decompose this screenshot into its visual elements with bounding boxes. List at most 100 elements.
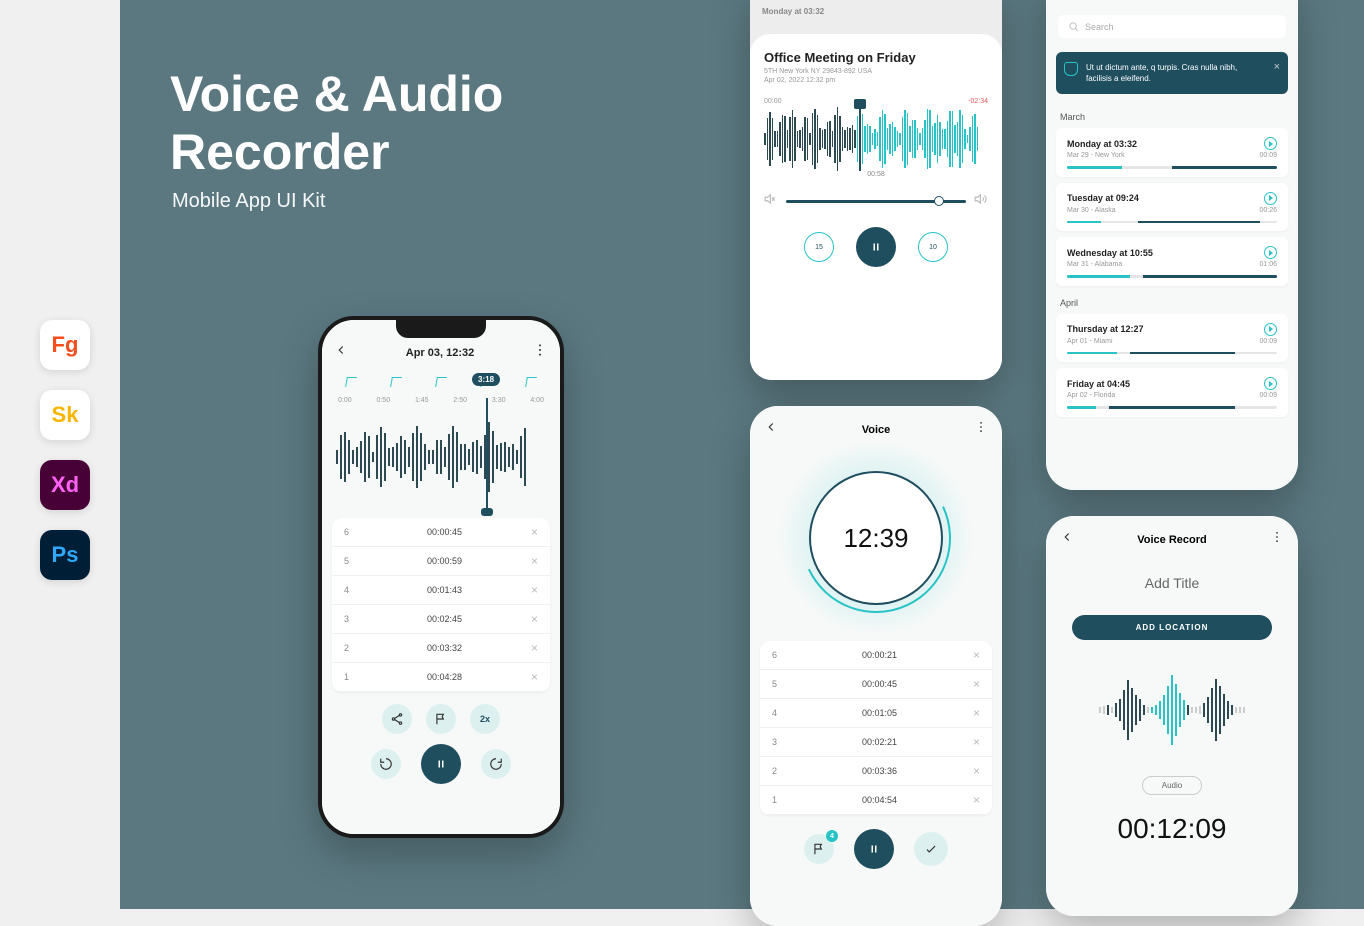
marker-row[interactable]: 200:03:36× [760, 757, 992, 786]
delete-marker-icon[interactable]: × [973, 706, 980, 720]
delete-marker-icon[interactable]: × [531, 670, 538, 684]
marker-row[interactable]: 600:00:21× [760, 641, 992, 670]
more-icon[interactable] [974, 420, 988, 439]
rewind-15-button[interactable]: 15 [804, 232, 834, 262]
playhead-icon[interactable] [486, 398, 488, 510]
recording-card[interactable]: Monday at 03:32Mar 29 - New York00:09 [1056, 128, 1288, 177]
recording-card[interactable]: Friday at 04:45Apr 02 - Florida00:09 [1056, 368, 1288, 417]
marker-index: 2 [772, 766, 786, 776]
marker-time: 00:02:21 [862, 737, 897, 747]
forward-10-button[interactable]: 10 [918, 232, 948, 262]
recording-card[interactable]: Tuesday at 09:24Mar 30 - Alaska00:26 [1056, 183, 1288, 232]
volume-max-icon[interactable] [974, 192, 988, 211]
delete-marker-icon[interactable]: × [531, 525, 538, 539]
done-button[interactable] [914, 832, 948, 866]
back-icon[interactable] [1060, 0, 1074, 1]
waveform [1064, 662, 1280, 758]
progress-bar [1067, 166, 1277, 169]
flag-marker-icon [390, 377, 402, 387]
recording-duration: 00:26 [1259, 207, 1277, 214]
flag-button[interactable] [804, 834, 834, 864]
delete-marker-icon[interactable]: × [531, 583, 538, 597]
delete-marker-icon[interactable]: × [531, 612, 538, 626]
record-time: 00:12:09 [1046, 813, 1298, 845]
search-input[interactable]: Search [1058, 15, 1286, 38]
tick-labels: 0:000:501:45 2:503:304:00 [336, 393, 546, 404]
play-icon[interactable] [1264, 246, 1277, 259]
play-icon[interactable] [1264, 192, 1277, 205]
recording-duration: 00:09 [1259, 392, 1277, 399]
header-title: Voice Record [1137, 534, 1207, 546]
marker-row[interactable]: 500:00:59× [332, 547, 550, 576]
delete-marker-icon[interactable]: × [973, 735, 980, 749]
section-label: March [1060, 112, 1284, 122]
marker-time: 00:01:05 [862, 708, 897, 718]
pause-button[interactable] [421, 744, 461, 784]
back-icon[interactable] [1060, 530, 1074, 549]
recording-card[interactable]: Wednesday at 10:55Mar 31 - Alabama01:06 [1056, 237, 1288, 286]
pause-button[interactable] [854, 829, 894, 869]
delete-marker-icon[interactable]: × [973, 648, 980, 662]
play-icon[interactable] [1264, 377, 1277, 390]
delete-marker-icon[interactable]: × [973, 677, 980, 691]
marker-row[interactable]: 300:02:45× [332, 605, 550, 634]
delete-marker-icon[interactable]: × [973, 764, 980, 778]
more-icon[interactable] [1270, 0, 1284, 1]
progress-bar [1067, 406, 1277, 409]
marker-row[interactable]: 300:02:21× [760, 728, 992, 757]
audio-pill[interactable]: Audio [1142, 776, 1202, 795]
forward-button[interactable] [481, 749, 511, 779]
marker-time: 00:03:32 [427, 643, 462, 653]
playhead-time-badge: 3:18 [472, 373, 500, 386]
play-icon[interactable] [1264, 323, 1277, 336]
marker-row[interactable]: 4 00:01:05 × [760, 699, 992, 728]
share-button[interactable] [382, 704, 412, 734]
volume-mute-icon[interactable] [764, 192, 778, 211]
recording-duration: 01:06 [1259, 261, 1277, 268]
marker-index: 5 [772, 679, 786, 689]
marker-row[interactable]: 400:01:43× [332, 576, 550, 605]
recording-card[interactable]: Thursday at 12:27Apr 01 - Miami00:09 [1056, 314, 1288, 363]
marker-index: 4 [772, 708, 786, 718]
marker-row[interactable]: 100:04:28× [332, 663, 550, 692]
flag-marker-icon [345, 377, 357, 387]
timeline-ruler[interactable]: 3:18 0:000:501:45 2:503:304:00 [322, 369, 560, 406]
flag-marker-icon [435, 377, 447, 387]
search-placeholder: Search [1085, 22, 1114, 32]
hero-subtitle: Mobile App UI Kit [172, 190, 325, 213]
delete-marker-icon[interactable]: × [531, 554, 538, 568]
speed-button[interactable]: 2x [470, 704, 500, 734]
header-title: Apr 03, 12:32 [406, 347, 474, 359]
marker-row[interactable]: 200:03:32× [332, 634, 550, 663]
more-icon[interactable] [532, 342, 548, 363]
pause-button[interactable] [856, 227, 896, 267]
more-icon[interactable] [1270, 530, 1284, 549]
recording-location: 5TH New York NY 29843-892 USA [764, 68, 988, 75]
add-location-button[interactable]: ADD LOCATION [1072, 615, 1272, 640]
recording-title: Office Meeting on Friday [764, 50, 988, 65]
title-input[interactable]: Add Title [1046, 575, 1298, 591]
marker-time: 00:01:43 [427, 585, 462, 595]
volume-slider[interactable] [786, 200, 966, 203]
back-icon[interactable] [334, 343, 348, 362]
play-icon[interactable] [1264, 137, 1277, 150]
close-icon[interactable]: × [1274, 60, 1280, 75]
ps-icon: Ps [40, 530, 90, 580]
marker-time: 00:04:28 [427, 672, 462, 682]
delete-marker-icon[interactable]: × [531, 641, 538, 655]
rewind-button[interactable] [371, 749, 401, 779]
back-icon[interactable] [764, 420, 778, 439]
delete-marker-icon[interactable]: × [973, 793, 980, 807]
playhead-icon[interactable] [859, 107, 861, 171]
playback-sheet: Office Meeting on Friday 5TH New York NY… [750, 34, 1002, 380]
flag-button[interactable] [426, 704, 456, 734]
marker-row[interactable]: 500:00:45× [760, 670, 992, 699]
waveform[interactable] [764, 109, 988, 169]
flag-marker-icon [525, 377, 537, 387]
position-label: 00:58 [764, 171, 988, 178]
marker-row[interactable]: 600:00:45× [332, 518, 550, 547]
volume-thumb[interactable] [934, 196, 944, 206]
waveform[interactable] [336, 412, 546, 502]
recording-duration: 00:09 [1259, 338, 1277, 345]
marker-row[interactable]: 100:04:54× [760, 786, 992, 815]
